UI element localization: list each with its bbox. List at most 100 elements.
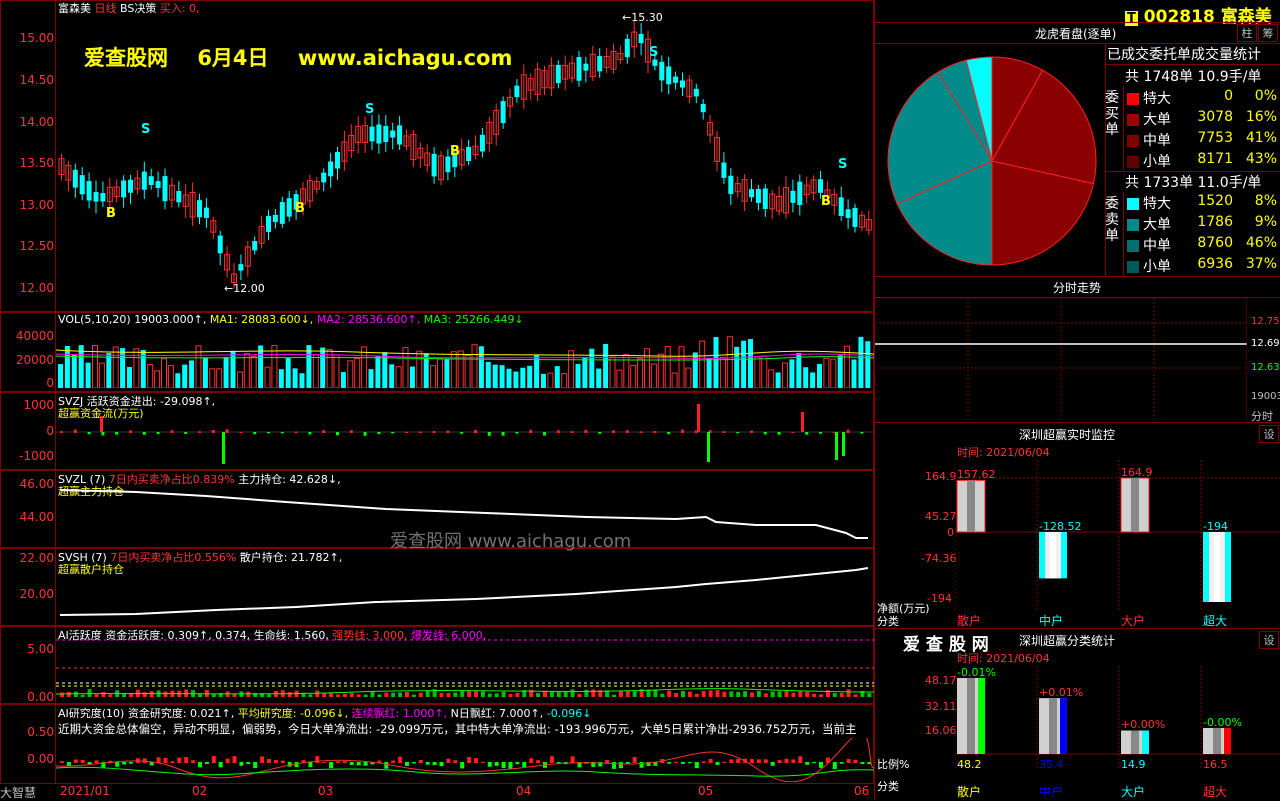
volume-bar <box>664 346 671 388</box>
main-chart-area[interactable]: 富森美 日线 BS决策 买入: 0, 爱查股网 6月4日 www.aichagu… <box>0 0 874 800</box>
row-percent: 41% <box>1245 130 1277 146</box>
sell-signal[interactable]: S <box>649 45 658 60</box>
sell-signal[interactable]: S <box>838 157 847 172</box>
classify-time: 时间: 2021/06/04 <box>957 652 1050 665</box>
flow-bar <box>446 430 450 433</box>
volume-bar <box>657 353 664 388</box>
research-bar <box>294 762 299 768</box>
active-bar <box>853 694 858 697</box>
volume-bar <box>513 371 519 388</box>
bar-stripe <box>1131 478 1139 532</box>
volume-bar <box>782 362 788 388</box>
classify-bar-change: +0.00% <box>1121 718 1166 732</box>
active-bar <box>618 691 623 697</box>
candle-body <box>597 56 603 72</box>
research-bar <box>342 761 347 763</box>
research-bar <box>80 759 85 763</box>
research-bar <box>122 762 127 765</box>
flow-bar <box>73 429 77 433</box>
research-bar <box>632 757 637 763</box>
research-bar <box>363 762 368 766</box>
y-tick: 14.00 <box>19 115 54 129</box>
flow-bar <box>322 430 326 433</box>
buy-signal[interactable]: B <box>450 144 460 159</box>
active-bar <box>398 692 403 697</box>
buy-signal[interactable]: B <box>106 206 116 221</box>
candle-body <box>72 169 78 188</box>
buy-signal[interactable]: B <box>295 201 305 216</box>
vol-tick: 40000 <box>15 329 54 343</box>
candlestick-chart[interactable] <box>56 14 874 310</box>
sell-signal[interactable]: S <box>365 102 374 117</box>
candle-body <box>100 193 106 202</box>
active-bar <box>349 693 354 697</box>
research-bar <box>329 762 334 769</box>
monitor-tick: -194 <box>927 592 952 605</box>
order-pie-chart[interactable] <box>883 52 1101 270</box>
research-bar <box>349 762 354 765</box>
buy-signal[interactable]: B <box>821 194 831 209</box>
divider <box>875 22 1280 23</box>
vol-tick: 0 <box>46 376 54 390</box>
research-bar <box>791 759 796 763</box>
research-bar <box>674 761 679 763</box>
research-bar <box>798 756 803 763</box>
x-tick: 2021/01 <box>60 784 110 798</box>
active-bar <box>805 691 810 697</box>
research-bar <box>411 762 416 764</box>
sell-row: 大单 1786 9% <box>1127 214 1277 234</box>
active-bar <box>736 691 741 697</box>
research-bar <box>763 759 768 763</box>
volume-bar <box>561 373 568 388</box>
active-bar <box>384 692 389 697</box>
active-bar <box>129 693 133 697</box>
volume-bar <box>630 364 637 388</box>
svsh-tick: 22.00 <box>19 551 54 565</box>
volume-bar <box>609 356 616 388</box>
research-bar <box>60 761 64 763</box>
row-name: 小单 <box>1143 154 1171 170</box>
candle-body <box>128 179 133 193</box>
candle-body <box>479 134 485 152</box>
svsh-watermark: 爱查股网 www.aichagu.com <box>390 531 632 552</box>
active-bar <box>370 691 375 697</box>
color-swatch-icon <box>1127 240 1139 252</box>
candle-body <box>155 181 161 189</box>
candle-body <box>728 175 734 195</box>
active-bar <box>556 692 561 697</box>
active-bar <box>142 692 147 697</box>
research-bar <box>474 758 478 763</box>
classify-settings-button[interactable]: 设 <box>1259 631 1279 649</box>
monitor-settings-button[interactable]: 设 <box>1259 425 1279 443</box>
column-view-button[interactable]: 柱 <box>1237 24 1257 42</box>
monitor-xlabel: 分类 <box>877 615 899 628</box>
x-axis: 大智慧 2021/01 02 03 04 05 06 <box>0 784 874 800</box>
flow-bar <box>267 432 270 434</box>
buy-row: 特大 0 0% <box>1127 88 1277 108</box>
active-bar <box>694 693 699 697</box>
active-bar <box>342 693 347 697</box>
active-bar <box>163 691 168 697</box>
flow-bar <box>860 432 864 434</box>
candle-body <box>583 63 589 71</box>
active-bar <box>812 693 817 697</box>
flow-bar <box>115 432 119 435</box>
research-bar <box>405 762 409 766</box>
active-bar <box>563 691 568 697</box>
sell-signal[interactable]: S <box>141 122 150 137</box>
volume-bar <box>167 365 174 388</box>
chip-view-button[interactable]: 筹 <box>1258 24 1278 42</box>
research-bar <box>625 762 630 764</box>
research-bar <box>198 762 202 768</box>
research-bar <box>681 762 685 764</box>
flow-bar <box>336 432 339 436</box>
monitor-bar-name: 大户 <box>1121 614 1146 628</box>
intraday-tick: 12.69 <box>1251 338 1280 349</box>
intraday-chart[interactable] <box>875 298 1247 422</box>
candle-body <box>466 146 472 161</box>
intraday-tick: 12.75 <box>1251 316 1280 327</box>
color-swatch-icon <box>1127 261 1139 273</box>
research-bar <box>819 762 823 768</box>
candle-body <box>762 188 768 209</box>
flow-bar <box>418 431 422 433</box>
